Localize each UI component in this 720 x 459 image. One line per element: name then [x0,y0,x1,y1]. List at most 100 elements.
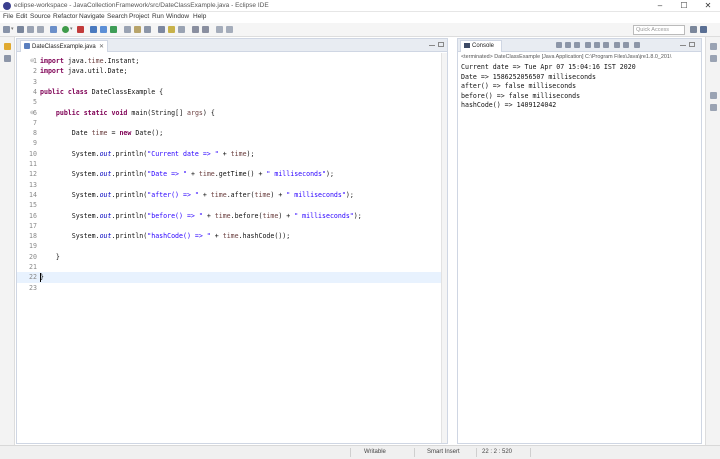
remove-launch-icon[interactable] [565,42,571,48]
code-line[interactable]: 19 [17,241,441,251]
line-number: 4 [33,87,37,96]
code-line[interactable]: 14 System.out.println("after() => " + ti… [17,190,441,200]
new-java-project-icon[interactable] [90,26,97,33]
menu-bar: File Edit Source Refactor Navigate Searc… [0,12,720,23]
javadoc-icon[interactable] [710,104,717,111]
editor-scrollbar[interactable] [441,53,447,443]
toggle-breadcrumb-icon[interactable] [158,26,165,33]
line-number: 18 [29,232,37,241]
save-all-icon[interactable] [27,26,34,33]
task-list-icon[interactable] [710,43,717,50]
new-icon[interactable] [3,26,10,33]
chevron-down-icon[interactable]: ▾ [70,27,73,32]
window-title: eclipse-workspace - JavaCollectionFramew… [14,2,269,9]
open-perspective-icon[interactable] [690,26,697,33]
forward-icon[interactable] [226,26,233,33]
menu-file[interactable]: File [3,13,13,20]
menu-run[interactable]: Run [152,13,164,20]
menu-search[interactable]: Search [107,13,128,20]
clear-console-icon[interactable] [585,42,591,48]
terminate-icon[interactable] [556,42,562,48]
outline-icon[interactable] [4,55,11,62]
menu-help[interactable]: Help [193,13,206,20]
external-tools-icon[interactable] [77,26,84,33]
code-text: System.out.println("after() => " + time.… [71,190,354,199]
debug-icon[interactable] [50,26,57,33]
line-number: 5 [33,98,37,107]
new-class-icon[interactable] [110,26,117,33]
menu-edit[interactable]: Edit [16,13,27,20]
new-package-icon[interactable] [100,26,107,33]
chevron-down-icon[interactable]: ▾ [11,27,14,32]
package-explorer-icon[interactable] [4,43,11,50]
java-perspective-icon[interactable] [700,26,707,33]
code-line[interactable]: 18 System.out.println("hashCode() => " +… [17,231,441,241]
menu-navigate[interactable]: Navigate [79,13,105,20]
previous-annotation-icon[interactable] [202,26,209,33]
show-whitespace-icon[interactable] [178,26,185,33]
toggle-mark-occurrences-icon[interactable] [168,26,175,33]
pin-console-icon[interactable] [614,42,620,48]
open-console-icon[interactable] [634,42,640,48]
code-line[interactable]: 3 [17,77,441,87]
tab-dateclassexample[interactable]: DateClassExample.java ✕ [20,40,108,52]
menu-window[interactable]: Window [166,13,189,20]
maximize-icon[interactable] [438,42,444,47]
code-text: System.out.println("before() => " + time… [71,211,362,220]
code-line[interactable]: 1 import java.time.Instant; [17,56,441,66]
word-wrap-icon[interactable] [603,42,609,48]
fold-toggle-icon[interactable]: ⊖ [30,110,34,116]
status-separator [530,448,531,457]
code-line[interactable]: 22} [17,272,441,283]
console-tab-bar: Console [458,39,701,52]
fold-toggle-icon[interactable]: ⊖ [30,58,34,64]
maximize-icon[interactable] [689,42,695,47]
search-icon[interactable] [144,26,151,33]
code-line[interactable]: 6 public static void main(String[] args)… [17,108,441,118]
code-line[interactable]: 10 System.out.println("Current date => "… [17,149,441,159]
tab-console[interactable]: Console [460,40,502,52]
code-text: Date time = new Date(); [71,129,164,138]
code-line[interactable]: 4 public class DateClassExample { [17,87,441,97]
display-console-icon[interactable] [623,42,629,48]
status-cursor-position: 22 : 2 : 520 [482,449,513,455]
status-writable: Writable [364,449,386,455]
quick-access-input[interactable]: Quick Access [633,25,685,35]
close-icon[interactable]: ✕ [99,43,104,50]
run-icon[interactable] [62,26,69,33]
menu-refactor[interactable]: Refactor [53,13,78,20]
code-line[interactable]: 17 [17,221,441,231]
code-line[interactable]: 8 Date time = new Date(); [17,128,441,138]
menu-source[interactable]: Source [30,13,51,20]
code-line[interactable]: 7 [17,118,441,128]
code-line[interactable]: 21 [17,262,441,272]
code-line[interactable]: 15 [17,200,441,210]
close-button[interactable]: ✕ [696,0,720,12]
code-line[interactable]: 16 System.out.println("before() => " + t… [17,211,441,221]
code-line[interactable]: 20 } [17,252,441,262]
problems-icon[interactable] [710,92,717,99]
remove-all-icon[interactable] [574,42,580,48]
code-area[interactable]: 1 import java.time.Instant; 2 import java.u… [17,53,441,443]
minimize-button[interactable]: – [648,0,672,12]
minimize-icon[interactable] [429,45,435,47]
outline-view-icon[interactable] [710,55,717,62]
code-line[interactable]: 11 [17,159,441,169]
code-line[interactable]: 5 [17,97,441,107]
back-icon[interactable] [216,26,223,33]
code-line[interactable]: 12 System.out.println("Date => " + time.… [17,169,441,179]
code-line[interactable]: 23 [17,283,441,293]
menu-project[interactable]: Project [129,13,149,20]
print-icon[interactable] [37,26,44,33]
code-line[interactable]: 2 import java.util.Date; [17,66,441,76]
open-type-icon[interactable] [124,26,131,33]
code-line[interactable]: 9 [17,138,441,148]
minimize-icon[interactable] [680,45,686,47]
save-icon[interactable] [17,26,24,33]
scroll-lock-icon[interactable] [594,42,600,48]
maximize-button[interactable]: ☐ [672,0,696,12]
console-output-line: Current date => Tue Apr 07 15:04:16 IST … [461,63,636,71]
next-annotation-icon[interactable] [192,26,199,33]
code-line[interactable]: 13 [17,180,441,190]
open-task-icon[interactable] [134,26,141,33]
